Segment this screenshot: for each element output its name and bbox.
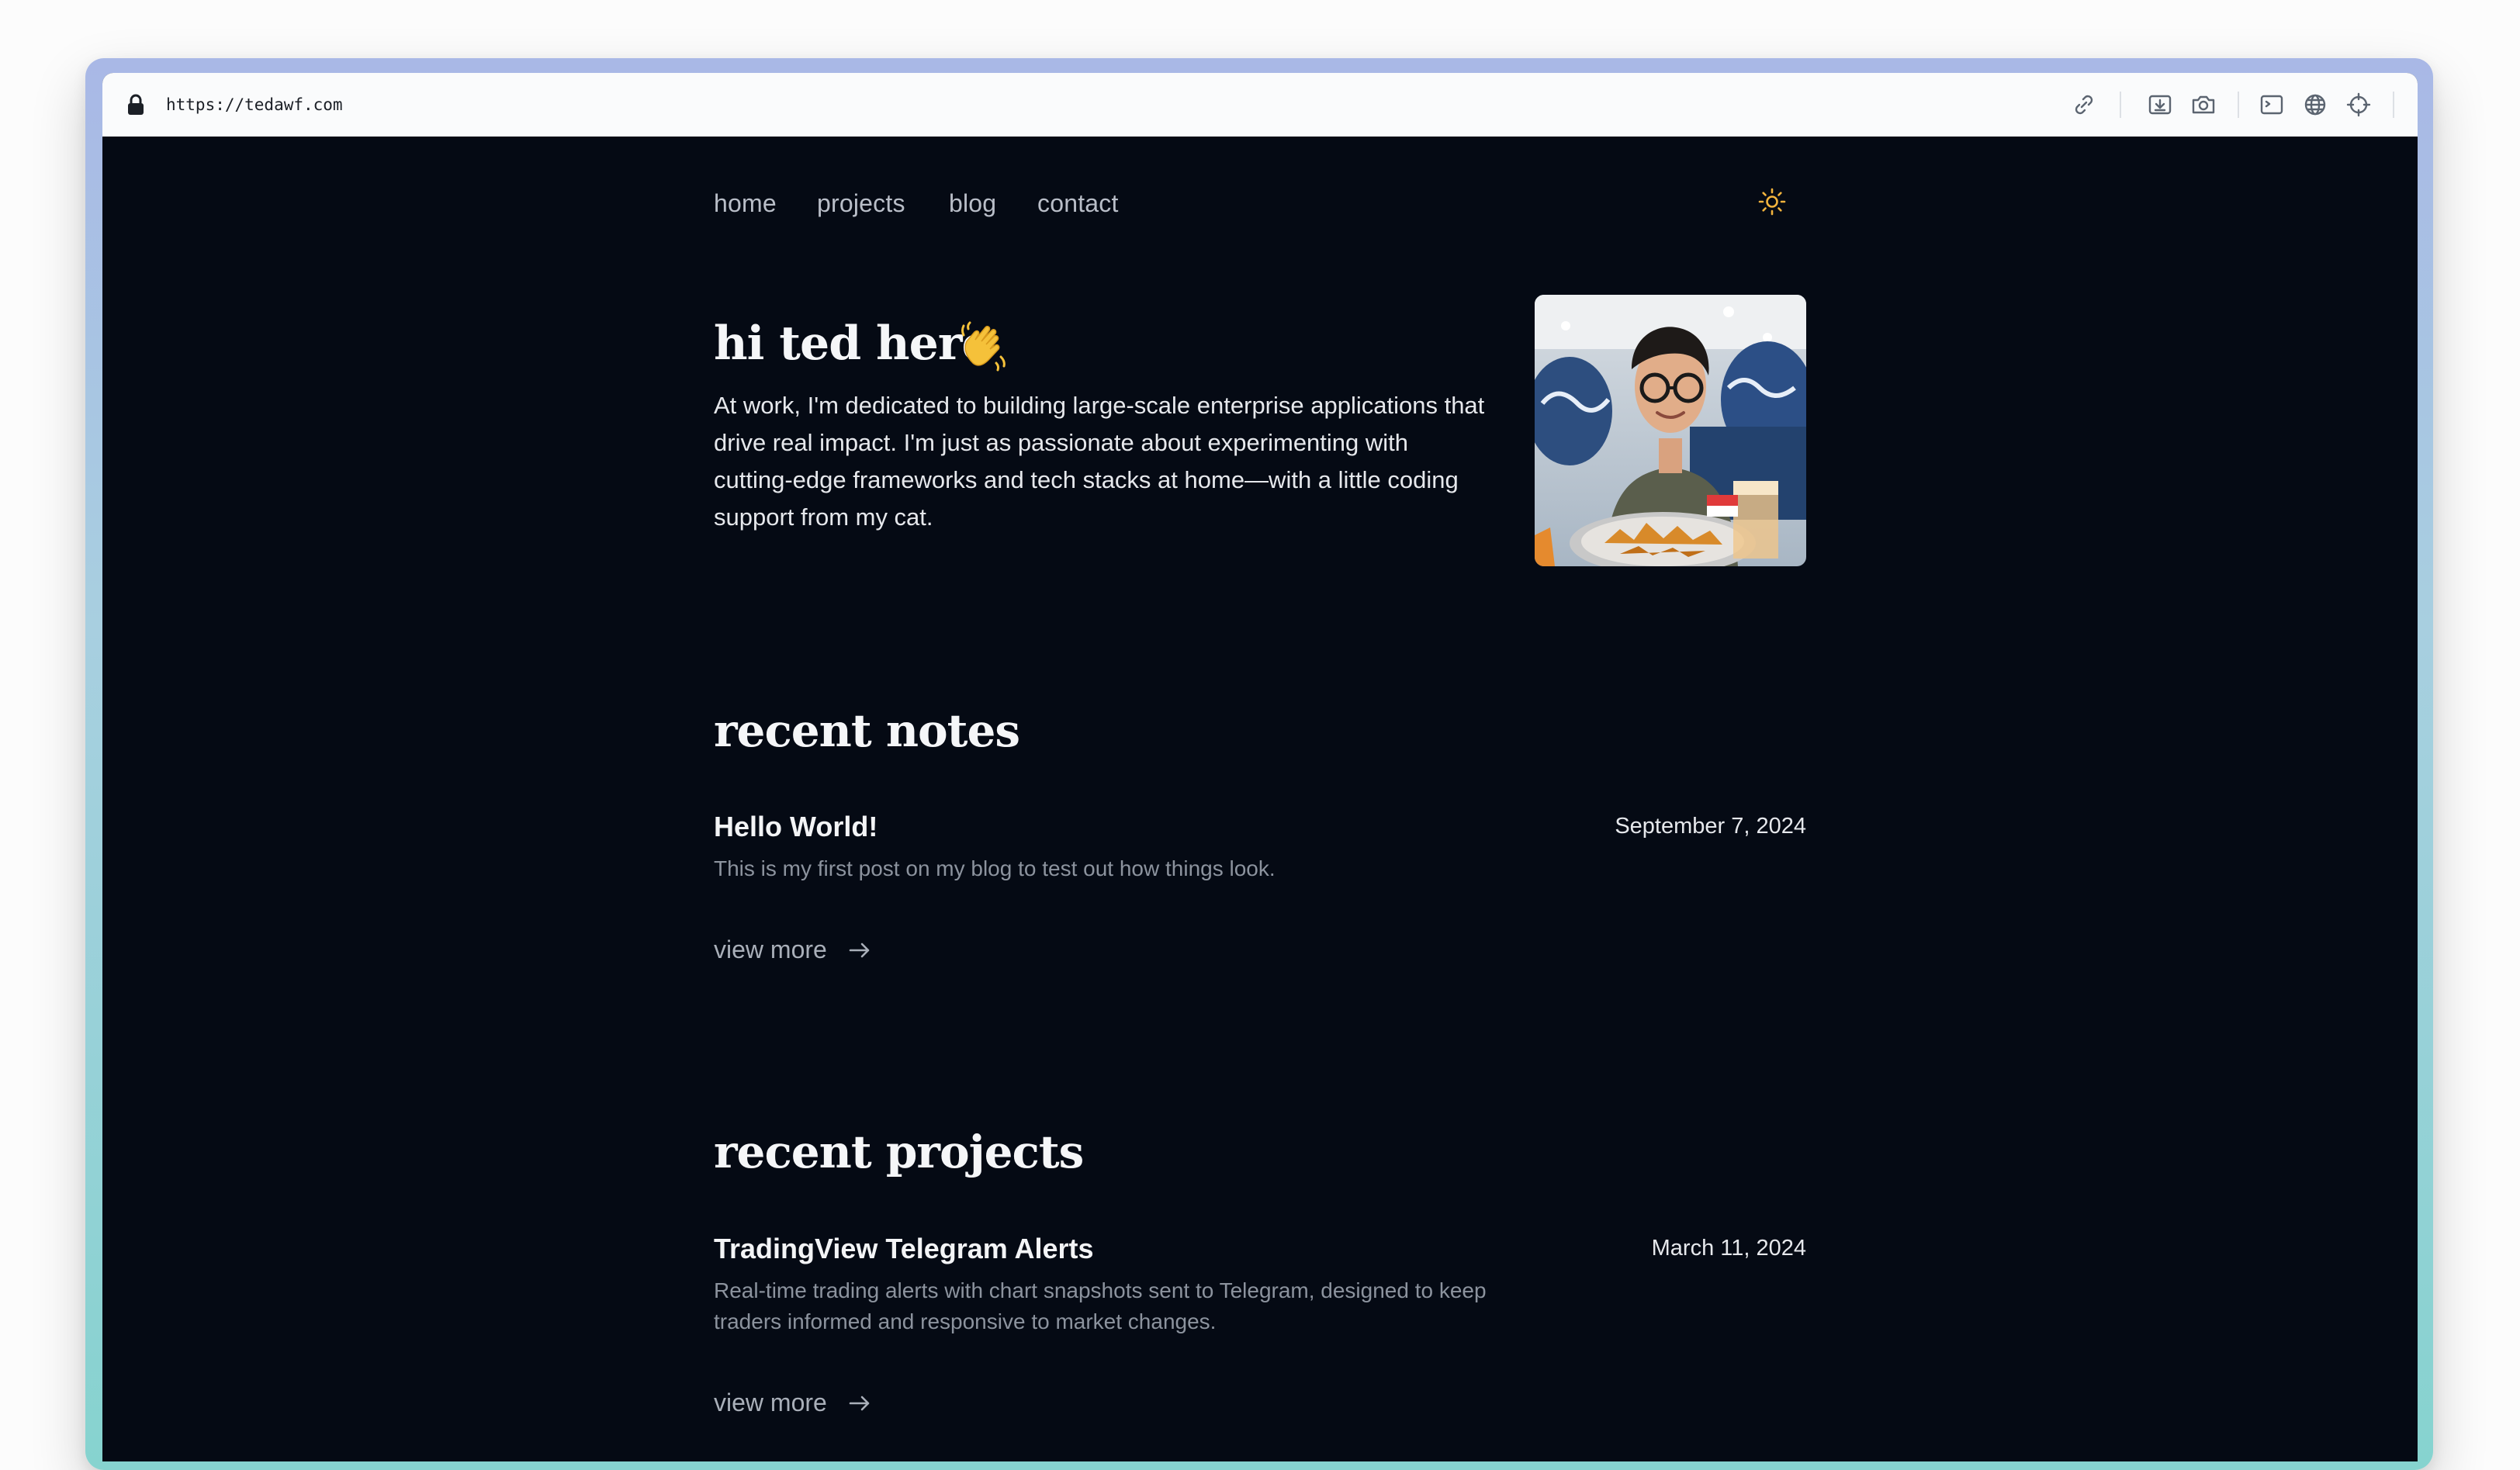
nav-contact[interactable]: contact <box>1037 188 1119 219</box>
arrow-right-icon <box>849 943 870 958</box>
nav-home[interactable]: home <box>714 188 777 219</box>
projects-view-more-link[interactable]: view more <box>714 1385 870 1420</box>
project-summary: Real-time trading alerts with chart snap… <box>714 1278 1487 1333</box>
site-body: home projects blog contact hi ted here A… <box>102 137 2418 1461</box>
project-date: March 11, 2024 <box>1651 1236 1806 1261</box>
view-more-label: view more <box>714 1389 827 1416</box>
project-title[interactable]: TradingView Telegram Alerts <box>714 1231 1094 1267</box>
note-title[interactable]: Hello World! <box>714 809 878 845</box>
waving-hand-icon <box>961 321 1006 372</box>
avatar <box>1535 295 1806 566</box>
hero-bio: At work, I'm dedicated to building large… <box>714 392 1485 531</box>
sun-icon[interactable] <box>1756 185 1788 218</box>
view-more-label: view more <box>714 936 827 963</box>
note-summary: This is my first post on my blog to test… <box>714 856 1276 880</box>
nav-projects[interactable]: projects <box>817 188 905 219</box>
notes-view-more-link[interactable]: view more <box>714 932 870 967</box>
page-content: home projects blog contact hi ted here A… <box>102 73 2418 1461</box>
notes-heading: recent notes <box>714 704 1020 757</box>
nav-blog[interactable]: blog <box>949 188 996 219</box>
projects-heading: recent projects <box>714 1126 1084 1178</box>
hero-title: hi ted here <box>714 316 992 371</box>
note-date: September 7, 2024 <box>1615 814 1806 839</box>
arrow-right-icon <box>849 1396 870 1411</box>
avatar-photo <box>1535 295 1806 566</box>
